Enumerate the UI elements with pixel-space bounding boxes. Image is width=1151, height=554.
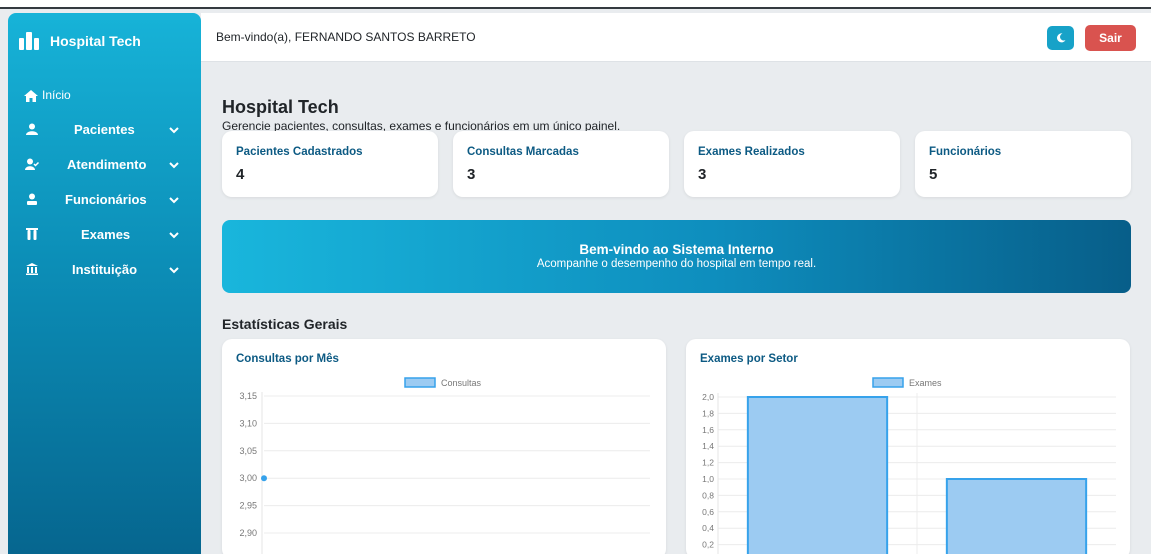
legend-label: Exames: [909, 378, 942, 388]
chevron-down-icon: [169, 162, 179, 169]
legend-label: Consultas: [441, 378, 482, 388]
sidebar: Hospital Tech Início Pacientes Atendimen…: [8, 13, 201, 554]
y-tick-label: 3,05: [239, 446, 257, 456]
sidebar-item-label: Exames: [81, 226, 131, 242]
stat-card-consultas: Consultas Marcadas 3: [453, 131, 669, 197]
home-icon: [24, 90, 38, 102]
y-tick-label: 2,95: [239, 501, 257, 511]
sidebar-item-funcionarios[interactable]: Funcionários: [8, 184, 201, 214]
y-tick-label: 1,4: [702, 441, 714, 451]
chevron-down-icon: [169, 127, 179, 134]
sidebar-item-exames[interactable]: Exames: [8, 219, 201, 249]
stat-card-value: 5: [929, 166, 938, 183]
moon-icon: [1056, 33, 1065, 43]
y-tick-label: 0,4: [702, 523, 714, 533]
welcome-message: Bem-vindo(a), FERNANDO SANTOS BARRETO: [216, 30, 476, 44]
y-tick-label: 3,15: [239, 391, 257, 401]
legend-swatch: [872, 377, 904, 388]
banner-title: Bem-vindo ao Sistema Interno: [579, 242, 774, 257]
stat-card-label: Consultas Marcadas: [467, 146, 579, 158]
stat-card-label: Pacientes Cadastrados: [236, 146, 363, 158]
sidebar-item-instituicao[interactable]: Instituição: [8, 254, 201, 284]
bar: [746, 396, 889, 554]
legend-swatch: [404, 377, 436, 388]
chart-panel-consultas: Consultas por Mês Consultas 3,15 3,10 3,05 3…: [222, 339, 666, 554]
sidebar-item-inicio[interactable]: Início: [8, 80, 201, 110]
stat-card-value: 3: [698, 166, 707, 183]
sidebar-item-label: Pacientes: [74, 121, 135, 137]
data-point: [261, 475, 267, 482]
y-tick-label: 0,8: [702, 490, 714, 500]
institution-icon: [26, 263, 38, 275]
stat-card-pacientes: Pacientes Cadastrados 4: [222, 131, 438, 197]
page-title: Hospital Tech: [222, 97, 339, 117]
id-badge-icon: [27, 193, 37, 205]
sidebar-item-label: Atendimento: [67, 156, 147, 172]
y-tick-label: 3,10: [239, 418, 257, 428]
theme-toggle-button[interactable]: [1047, 26, 1074, 50]
sidebar-item-label: Funcionários: [65, 191, 147, 207]
stat-card-label: Exames Realizados: [698, 146, 805, 158]
y-tick-label: 2,0: [702, 392, 714, 402]
y-tick-label: 3,00: [239, 473, 257, 483]
user-check-icon: [25, 158, 39, 170]
stat-card-value: 4: [236, 166, 245, 183]
chart-panel-exames: Exames por Setor Exames 2,0 1,8 1,6 1,4 1,2 1,…: [686, 339, 1130, 554]
vials-icon: [26, 228, 38, 240]
chevron-down-icon: [169, 232, 179, 239]
sidebar-item-atendimento[interactable]: Atendimento: [8, 149, 201, 179]
y-tick-label: 1,6: [702, 425, 714, 435]
brand[interactable]: Hospital Tech: [8, 13, 201, 68]
chevron-down-icon: [169, 197, 179, 204]
sidebar-item-label: Instituição: [72, 261, 138, 277]
hospital-logo-icon: [19, 31, 41, 50]
browser-top-edge: [0, 0, 1151, 9]
stat-card-label: Funcionários: [929, 146, 1002, 158]
exames-bar-chart: Exames 2,0 1,8 1,6 1,4 1,2 1,0 0,8 0,6 0,4 0,2: [702, 377, 1116, 554]
consultas-line-chart: Consultas 3,15 3,10 3,05 3,00 2,95 2,90: [239, 377, 650, 554]
bar: [945, 478, 1088, 554]
stat-card-exames: Exames Realizados 3: [684, 131, 900, 197]
logout-button[interactable]: Sair: [1085, 25, 1136, 51]
chevron-down-icon: [169, 267, 179, 274]
banner-subtitle: Acompanhe o desempenho do hospital em te…: [536, 258, 817, 270]
brand-name: Hospital Tech: [50, 32, 141, 49]
y-tick-label: 1,0: [702, 474, 714, 484]
stat-card-value: 3: [467, 166, 476, 183]
sidebar-item-label: Início: [42, 88, 71, 102]
y-tick-label: 0,6: [702, 507, 714, 517]
stats-section-title: Estatísticas Gerais: [222, 316, 348, 332]
y-tick-label: 1,8: [702, 408, 714, 418]
y-tick-label: 2,90: [239, 528, 257, 538]
stat-card-funcionarios: Funcionários 5: [915, 131, 1131, 197]
y-tick-label: 1,2: [702, 458, 714, 468]
y-tick-label: 0,2: [702, 540, 714, 550]
top-header: Bem-vindo(a), FERNANDO SANTOS BARRETO Sa…: [201, 13, 1151, 62]
welcome-banner: Bem-vindo ao Sistema Interno Acompanhe o…: [222, 220, 1131, 293]
sidebar-item-pacientes[interactable]: Pacientes: [8, 114, 201, 144]
user-icon: [26, 123, 38, 135]
